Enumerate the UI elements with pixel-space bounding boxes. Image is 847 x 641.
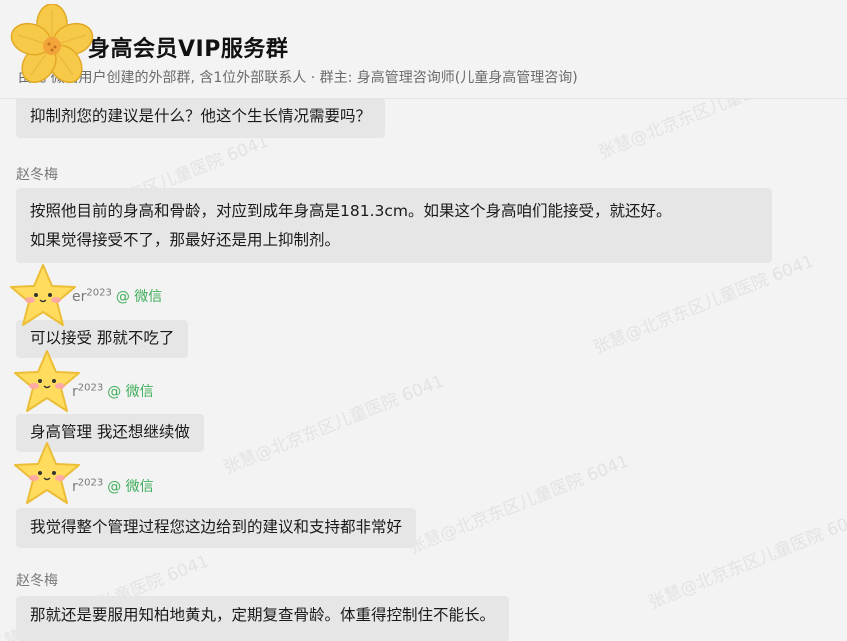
- message-list[interactable]: 抑制剂您的建议是什么？他这个生长情况需要吗？ 赵冬梅 按照他目前的身高和骨龄，对…: [0, 98, 847, 641]
- message-text: 那就还是要服用知柏地黄丸，定期复查骨龄。体重得控制住不能长。: [30, 606, 496, 624]
- chat-header: 身高会员VIP服务群 由此 微信用户创建的外部群, 含1位外部联系人 · 群主:…: [0, 0, 847, 99]
- message-bubble[interactable]: 按照他目前的身高和骨龄，对应到成年身高是181.3cm。如果这个身高咱们能接受，…: [16, 188, 772, 263]
- chat-window: 张慧@北京东区儿童医院 6041 张慧@北京东区儿童医院 6041 张慧@北京东…: [0, 0, 847, 641]
- message-bubble[interactable]: 抑制剂您的建议是什么？他这个生长情况需要吗？: [16, 98, 386, 138]
- sender-name-suffix: 2023: [86, 287, 112, 299]
- sender-name: r2023 @ 微信: [72, 476, 154, 496]
- sender-source-tag: @ 微信: [107, 479, 154, 495]
- group-title: 身高会员VIP服务群: [88, 37, 289, 62]
- sender-name: er2023 @ 微信: [72, 286, 162, 306]
- message-bubble[interactable]: 那就还是要服用知柏地黄丸，定期复查骨龄。体重得控制住不能长。: [16, 596, 510, 641]
- sender-source-tag: @ 微信: [107, 384, 154, 400]
- star-face-sticker-icon: [12, 348, 82, 418]
- sender-name: r2023 @ 微信: [72, 381, 154, 401]
- sender-name: 赵冬梅: [16, 167, 58, 183]
- flower-sticker-icon: [10, 3, 94, 92]
- message-text: 我觉得整个管理过程您这边给到的建议和支持都非常好: [30, 518, 403, 536]
- star-face-sticker-icon: [8, 262, 78, 332]
- message-text: 按照他目前的身高和骨龄，对应到成年身高是181.3cm。如果这个身高咱们能接受，…: [30, 202, 672, 220]
- message-bubble[interactable]: 我觉得整个管理过程您这边给到的建议和支持都非常好: [16, 508, 417, 548]
- message-text: 抑制剂您的建议是什么？他这个生长情况需要吗？: [30, 107, 372, 125]
- message-text: 如果觉得接受不了，那最好还是用上抑制剂。: [30, 231, 341, 249]
- sender-name: 赵冬梅: [16, 573, 58, 589]
- star-face-sticker-icon: [12, 440, 82, 510]
- group-subtitle: 由此 微信用户创建的外部群, 含1位外部联系人 · 群主: 身高管理咨询师(儿童…: [18, 70, 578, 86]
- sender-source-tag: @ 微信: [115, 289, 163, 305]
